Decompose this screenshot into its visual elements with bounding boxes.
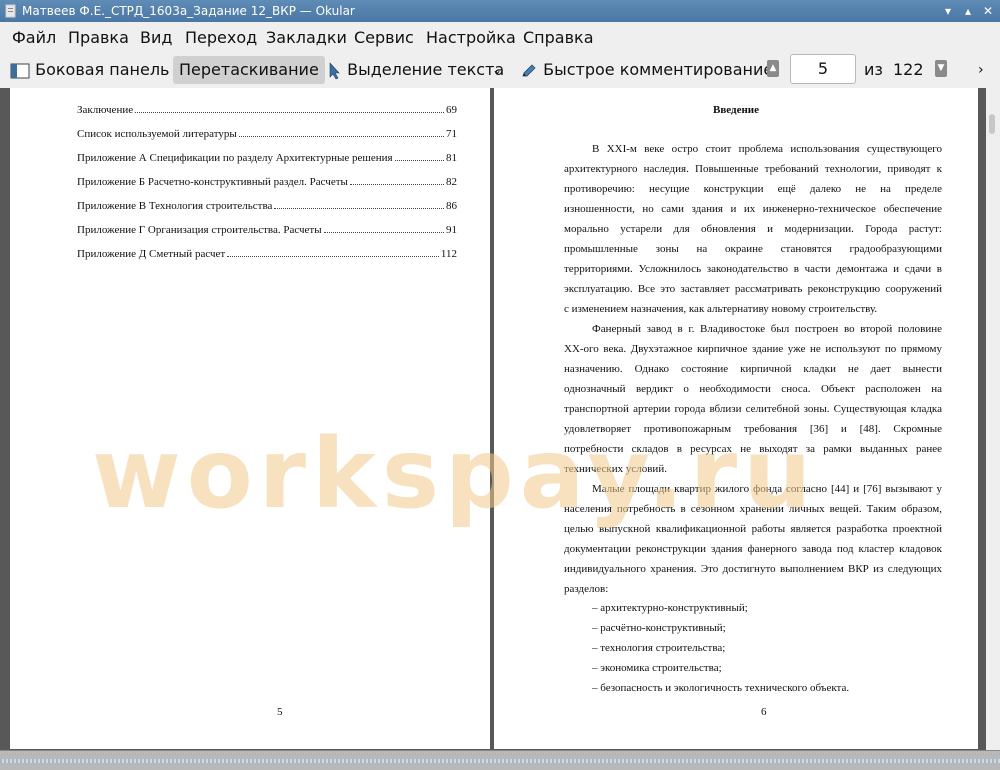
text-line: архитектурного наследия. Повышенные треб…: [564, 163, 942, 175]
window-title: Матвеев Ф.Е._СТРД_1603а_Задание 12_ВКР —…: [22, 4, 355, 18]
list-item: – архитектурно-конструктивный;: [592, 602, 748, 614]
list-item: – технология строительства;: [592, 642, 726, 654]
page-5: Заключение 69 Список используемой литерат…: [10, 88, 490, 749]
scrollbar-thumb[interactable]: [989, 114, 995, 134]
toc-entry[interactable]: Приложение Г Организация строительства. …: [77, 224, 457, 236]
title-bar: Матвеев Ф.Е._СТРД_1603а_Задание 12_ВКР —…: [0, 0, 1000, 22]
text-line: Фанерный завод в г. Владивостоке был пос…: [592, 323, 942, 335]
text-line: индивидуального хранения. Это достигнуто…: [564, 563, 942, 575]
page-number: 5: [277, 706, 283, 718]
menu-settings[interactable]: Настройка: [426, 28, 516, 47]
text-select-label: Выделение текста: [347, 60, 505, 79]
drag-mode-button[interactable]: Перетаскивание: [173, 56, 325, 84]
toc-entry[interactable]: Приложение Б Расчетно-конструктивный раз…: [77, 176, 457, 188]
text-line: потребности складов в ресурсах не выходя…: [564, 443, 942, 455]
menu-bookmarks[interactable]: Закладки: [266, 28, 347, 47]
sidebar-label: Боковая панель: [35, 60, 170, 79]
toc-entry[interactable]: Приложение Д Сметный расчет 112: [77, 248, 457, 260]
text-line: однозначный вердикт о необходимости снос…: [564, 383, 942, 395]
text-line: разделов:: [564, 583, 609, 595]
pen-icon: [522, 64, 536, 76]
page-number-input[interactable]: 5: [790, 54, 856, 84]
text-line: В XXI-м веке остро стоит проблема исполь…: [592, 143, 942, 155]
toc-entry[interactable]: Приложение А Спецификации по разделу Арх…: [77, 152, 457, 164]
text-line: промышленные зоны на окраине становятся …: [564, 243, 942, 255]
text-line: населения потребность в сезонном хранени…: [564, 503, 942, 515]
menu-tools[interactable]: Сервис: [354, 28, 414, 47]
sidebar-button[interactable]: Боковая панель: [10, 56, 169, 84]
toc-entry[interactable]: Приложение В Технология строительства 86: [77, 200, 457, 212]
text-line: XX-ого века. Двухэтажное кирпичное здани…: [564, 343, 942, 355]
text-line: целью выпускной квалификационной работы …: [564, 523, 942, 535]
okular-app-icon: [5, 4, 16, 18]
vertical-scrollbar[interactable]: [986, 88, 1000, 750]
chevron-down-icon[interactable]: ⌄: [492, 56, 502, 84]
page-6: Введение В XXI-м веке остро стоит пробле…: [494, 88, 978, 749]
menu-bar: Файл Правка Вид Переход Закладки Сервис …: [0, 22, 1000, 52]
text-line: документации реконструкции здания фанерн…: [564, 543, 942, 555]
page-number: 6: [761, 706, 767, 718]
page-down-arrow-icon[interactable]: ▼: [935, 60, 947, 77]
minimize-button[interactable]: ▾: [940, 3, 956, 19]
menu-help[interactable]: Справка: [523, 28, 594, 47]
text-line: территориями. Усложнилось законодательст…: [564, 263, 942, 275]
maximize-button[interactable]: ▴: [960, 3, 976, 19]
list-item: – безопасность и экологичность техническ…: [592, 682, 850, 694]
text-line: с изменением назначения, как альтернатив…: [564, 303, 878, 315]
quick-annotate-label: Быстрое комментирование: [543, 60, 774, 79]
menu-go[interactable]: Переход: [185, 28, 257, 47]
menu-file[interactable]: Файл: [12, 28, 56, 47]
text-line: удовлетворяет противопожарным требования…: [564, 423, 942, 435]
chevron-right-icon[interactable]: ›: [978, 56, 984, 84]
page-up-arrow-icon[interactable]: ▲: [767, 60, 779, 77]
text-select-button[interactable]: Выделение текста: [328, 56, 504, 84]
toc-entry[interactable]: Заключение 69: [77, 104, 457, 116]
quick-annotate-button[interactable]: Быстрое комментирование: [520, 56, 773, 84]
text-line: изношенности, но сами здания и их инжене…: [564, 203, 942, 215]
sidebar-icon: [10, 63, 30, 78]
text-line: технических условий.: [564, 463, 667, 475]
list-item: – экономика строительства;: [592, 662, 722, 674]
menu-edit[interactable]: Правка: [68, 28, 129, 47]
list-item: – расчётно-конструктивный;: [592, 622, 726, 634]
scrollbar-track[interactable]: [0, 759, 1000, 763]
text-line: противоречию: несущие конструкции ещё да…: [564, 183, 942, 195]
menu-view[interactable]: Вид: [140, 28, 172, 47]
text-line: морально устарели для обновления и модер…: [564, 223, 942, 235]
text-line: назначению. Однако состояние кирпичной к…: [564, 363, 942, 375]
page-total-label: 122: [893, 60, 924, 79]
document-viewport[interactable]: Заключение 69 Список используемой литерат…: [0, 88, 986, 750]
section-heading: Введение: [712, 104, 760, 116]
text-line: транспортной артерии города вблизи селит…: [564, 403, 942, 415]
toc-entry[interactable]: Список используемой литературы 71: [77, 128, 457, 140]
text-line: Малые площади квартир жилого фонда согла…: [592, 483, 942, 495]
horizontal-scrollbar[interactable]: [0, 750, 1000, 770]
cursor-arrow-icon: [329, 61, 340, 79]
close-button[interactable]: ✕: [980, 3, 996, 19]
text-line: эксплуатацию. Все это заставляет рассмат…: [564, 283, 942, 295]
page-of-label: из: [864, 60, 883, 79]
